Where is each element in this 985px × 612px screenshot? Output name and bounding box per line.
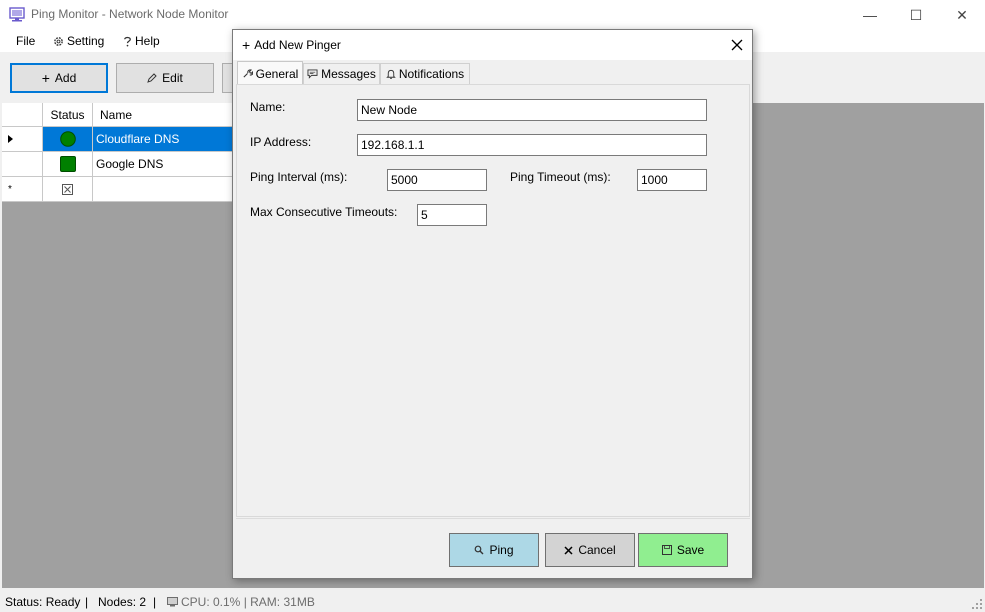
- status-green-indicator-icon: [59, 131, 76, 147]
- close-window-button[interactable]: ✕: [939, 0, 985, 30]
- plus-icon: +: [41, 70, 50, 86]
- resource-usage-label: CPU: 0.1% | RAM: 31MB: [181, 595, 315, 609]
- ping-button[interactable]: Ping: [449, 533, 539, 567]
- column-header-status[interactable]: Status: [43, 103, 93, 127]
- name-input[interactable]: [357, 99, 707, 121]
- current-row-arrow-icon: [8, 135, 13, 143]
- ip-address-input[interactable]: [357, 134, 707, 156]
- new-row-marker: *: [8, 183, 12, 195]
- ping-interval-label: Ping Interval (ms):: [250, 170, 348, 184]
- add-button[interactable]: + Add: [10, 63, 108, 93]
- save-button-label: Save: [676, 543, 705, 557]
- menu-setting-label: Setting: [67, 34, 105, 48]
- status-bar: Status: Ready | Nodes: 2 | CPU: 0.1% | R…: [0, 590, 985, 612]
- ping-timeout-input[interactable]: [637, 169, 707, 191]
- row-selector[interactable]: [2, 127, 43, 152]
- edit-button-label: Edit: [162, 71, 183, 85]
- ping-timeout-label: Ping Timeout (ms):: [510, 170, 611, 184]
- minimize-button[interactable]: —: [847, 0, 893, 30]
- tab-messages[interactable]: Messages: [303, 63, 380, 84]
- column-header-name-label: Name: [100, 107, 133, 122]
- tab-general-label: General: [255, 66, 299, 81]
- dialog-title: + Add New Pinger: [242, 38, 341, 52]
- node-name: Cloudflare DNS: [96, 132, 180, 146]
- tab-messages-label: Messages: [321, 67, 376, 81]
- dialog-footer-separator: [236, 518, 750, 519]
- dialog-title-label: Add New Pinger: [254, 38, 341, 52]
- status-cell[interactable]: [43, 152, 93, 177]
- resize-grip-icon[interactable]: [971, 598, 983, 610]
- row-header-corner: [2, 103, 43, 127]
- column-header-status-label: Status: [50, 107, 85, 122]
- resource-usage: CPU: 0.1% | RAM: 31MB: [167, 595, 315, 609]
- x-icon: [564, 545, 573, 555]
- status-cell[interactable]: [43, 177, 93, 202]
- app-icon: [9, 7, 25, 22]
- tab-notifications-label: Notifications: [398, 67, 465, 81]
- wrench-icon: [243, 69, 253, 78]
- add-button-label: Add: [54, 71, 77, 85]
- max-timeouts-label: Max Consecutive Timeouts:: [250, 205, 398, 219]
- maximize-icon: ☐: [909, 6, 923, 23]
- tab-notifications[interactable]: Notifications: [380, 63, 470, 84]
- name-cell[interactable]: [93, 177, 233, 202]
- monitor-icon: [167, 597, 178, 607]
- empty-image-icon: [62, 183, 73, 195]
- message-icon: [307, 69, 318, 79]
- gear-icon: [54, 36, 63, 46]
- dialog-close-button[interactable]: [725, 34, 749, 56]
- status-separator: |: [85, 595, 89, 609]
- new-row-selector[interactable]: *: [2, 177, 43, 202]
- minimize-icon: —: [863, 7, 877, 23]
- close-icon: [731, 39, 743, 51]
- save-button[interactable]: Save: [638, 533, 728, 567]
- max-timeouts-input[interactable]: [417, 204, 487, 226]
- menu-help-label: Help: [135, 34, 160, 48]
- cancel-button[interactable]: Cancel: [545, 533, 635, 567]
- name-label: Name:: [250, 100, 286, 114]
- search-icon: [475, 545, 484, 555]
- pencil-icon: [147, 73, 157, 83]
- bell-icon: [386, 69, 396, 79]
- edit-button[interactable]: Edit: [116, 63, 214, 93]
- name-cell[interactable]: Google DNS: [93, 152, 233, 177]
- menu-help[interactable]: Help: [123, 34, 160, 48]
- status-separator: |: [153, 595, 157, 609]
- add-pinger-dialog: + Add New Pinger General Messages Notifi…: [232, 29, 753, 579]
- plus-icon: +: [242, 37, 251, 53]
- ping-button-label: Ping: [489, 543, 514, 557]
- menu-setting[interactable]: Setting: [53, 34, 104, 48]
- name-cell[interactable]: Cloudflare DNS: [93, 127, 233, 152]
- close-icon: ✕: [956, 6, 968, 23]
- ip-address-label: IP Address:: [250, 135, 312, 149]
- cancel-button-label: Cancel: [578, 543, 616, 557]
- window-title: Ping Monitor - Network Node Monitor: [31, 7, 229, 21]
- status-cell[interactable]: [43, 127, 93, 152]
- node-name: Google DNS: [96, 157, 164, 171]
- tab-general[interactable]: General: [237, 61, 303, 85]
- ping-interval-input[interactable]: [387, 169, 487, 191]
- status-green-indicator-icon: [59, 156, 76, 172]
- help-icon: [124, 36, 131, 46]
- row-selector[interactable]: [2, 152, 43, 177]
- menu-file[interactable]: File: [16, 34, 35, 48]
- node-count: Nodes: 2: [98, 595, 147, 609]
- status-text: Status: Ready: [5, 595, 81, 609]
- floppy-disk-icon: [661, 545, 672, 555]
- maximize-button[interactable]: ☐: [893, 0, 939, 30]
- column-header-name[interactable]: Name: [93, 103, 233, 127]
